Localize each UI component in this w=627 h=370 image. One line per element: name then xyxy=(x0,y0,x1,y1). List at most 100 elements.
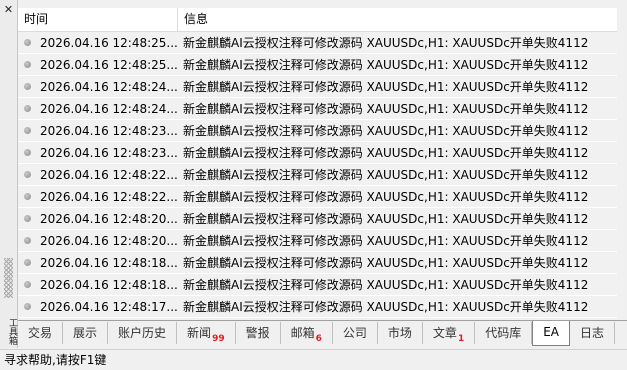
time-text: 2026.04.16 12:48:25.... xyxy=(40,35,178,50)
table-row[interactable]: 2026.04.16 12:48:22.... 新金麒麟AI云授权注释可修改源码 … xyxy=(18,186,627,208)
message-cell: 新金麒麟AI云授权注释可修改源码 XAUUSDc,H1: XAUUSDc开单失败… xyxy=(183,256,589,270)
time-cell: 2026.04.16 12:48:22.... xyxy=(18,168,178,182)
tab-4[interactable]: 警报 xyxy=(236,322,281,344)
tab-label: 邮箱 xyxy=(290,326,315,340)
vertical-scrollbar[interactable] xyxy=(617,8,627,319)
time-text: 2026.04.16 12:48:18.... xyxy=(40,255,178,270)
close-icon[interactable]: ✕ xyxy=(3,4,14,15)
message-cell: 新金麒麟AI云授权注释可修改源码 XAUUSDc,H1: XAUUSDc开单失败… xyxy=(183,300,589,314)
message-cell: 新金麒麟AI云授权注释可修改源码 XAUUSDc,H1: XAUUSDc开单失败… xyxy=(183,36,589,50)
tab-8[interactable]: 文章1 xyxy=(423,322,476,344)
tab-10[interactable]: EA xyxy=(532,321,571,346)
log-dot-icon xyxy=(24,281,31,288)
tab-6[interactable]: 公司 xyxy=(333,322,378,344)
tab-1[interactable]: 展示 xyxy=(63,322,109,344)
table-row[interactable]: 2026.04.16 12:48:25.... 新金麒麟AI云授权注释可修改源码 … xyxy=(18,54,627,76)
log-dot-icon xyxy=(24,215,31,222)
table-row[interactable]: 2026.04.16 12:48:25.... 新金麒麟AI云授权注释可修改源码 … xyxy=(18,32,627,54)
time-cell: 2026.04.16 12:48:18.... xyxy=(18,278,178,292)
status-text: 寻求帮助,请按F1键 xyxy=(4,353,107,367)
table-row[interactable]: 2026.04.16 12:48:18.... 新金麒麟AI云授权注释可修改源码 … xyxy=(18,274,627,296)
table-row[interactable]: 2026.04.16 12:48:17....新金麒麟AI云授权注释可修改源码 … xyxy=(18,318,627,319)
time-text: 2026.04.16 12:48:23.... xyxy=(40,123,178,138)
table-row[interactable]: 2026.04.16 12:48:18.... 新金麒麟AI云授权注释可修改源码 … xyxy=(18,252,627,274)
time-text: 2026.04.16 12:48:20.... xyxy=(40,233,178,248)
message-cell: 新金麒麟AI云授权注释可修改源码 XAUUSDc,H1: XAUUSDc开单失败… xyxy=(183,80,589,94)
tab-3[interactable]: 新闻99 xyxy=(177,322,236,344)
tab-label: 市场 xyxy=(387,326,412,340)
table-row[interactable]: 2026.04.16 12:48:20.... 新金麒麟AI云授权注释可修改源码 … xyxy=(18,208,627,230)
terminal-tab-bar: 交易 展示 账户历史 新闻99 警报 邮箱6 公司 市场 文章1 代码库 EA 日志 xyxy=(18,320,627,349)
table-body: 2026.04.16 12:48:25.... 新金麒麟AI云授权注释可修改源码 … xyxy=(18,32,627,319)
table-row[interactable]: 2026.04.16 12:48:22.... 新金麒麟AI云授权注释可修改源码 … xyxy=(18,164,627,186)
tab-label: 账户历史 xyxy=(118,326,167,340)
time-cell: 2026.04.16 12:48:23.... xyxy=(18,124,178,138)
time-cell: 2026.04.16 12:48:25.... xyxy=(18,58,178,72)
time-cell: 2026.04.16 12:48:24.... xyxy=(18,102,178,116)
tab-label: 日志 xyxy=(580,326,605,340)
message-cell: 新金麒麟AI云授权注释可修改源码 XAUUSDc,H1: XAUUSDc开单失败… xyxy=(183,278,589,292)
time-text: 2026.04.16 12:48:22.... xyxy=(40,167,178,182)
time-cell: 2026.04.16 12:48:18.... xyxy=(18,256,178,270)
toolbox-side-strip: ✕ 工具箱 xyxy=(0,0,18,348)
tab-label: 新闻 xyxy=(187,326,212,340)
time-text: 2026.04.16 12:48:23.... xyxy=(40,145,178,160)
time-text: 2026.04.16 12:48:22.... xyxy=(40,189,178,204)
table-row[interactable]: 2026.04.16 12:48:24.... 新金麒麟AI云授权注释可修改源码 … xyxy=(18,98,627,120)
time-text: 2026.04.16 12:48:24.... xyxy=(40,101,178,116)
time-cell: 2026.04.16 12:48:23.... xyxy=(18,146,178,160)
tab-2[interactable]: 账户历史 xyxy=(108,322,178,344)
time-cell: 2026.04.16 12:48:20.... xyxy=(18,234,178,248)
tab-11[interactable]: 日志 xyxy=(570,322,616,344)
column-header-time[interactable]: 时间 xyxy=(18,8,178,31)
column-header-message[interactable]: 信息 xyxy=(178,8,627,31)
tab-badge: 6 xyxy=(315,334,322,344)
time-cell: 2026.04.16 12:48:25.... xyxy=(18,36,178,50)
time-cell: 2026.04.16 12:48:24.... xyxy=(18,80,178,94)
time-text: 2026.04.16 12:48:24.... xyxy=(40,79,178,94)
message-cell: 新金麒麟AI云授权注释可修改源码 XAUUSDc,H1: XAUUSDc开单失败… xyxy=(183,234,589,248)
table-row[interactable]: 2026.04.16 12:48:23.... 新金麒麟AI云授权注释可修改源码 … xyxy=(18,120,627,142)
log-dot-icon xyxy=(24,193,31,200)
message-cell: 新金麒麟AI云授权注释可修改源码 XAUUSDc,H1: XAUUSDc开单失败… xyxy=(183,146,589,160)
message-cell: 新金麒麟AI云授权注释可修改源码 XAUUSDc,H1: XAUUSDc开单失败… xyxy=(183,102,589,116)
log-dot-icon xyxy=(24,259,31,266)
message-cell: 新金麒麟AI云授权注释可修改源码 XAUUSDc,H1: XAUUSDc开单失败… xyxy=(183,168,589,182)
time-text: 2026.04.16 12:48:20.... xyxy=(40,211,178,226)
time-text: 2026.04.16 12:48:18.... xyxy=(40,277,178,292)
message-cell: 新金麒麟AI云授权注释可修改源码 XAUUSDc,H1: XAUUSDc开单失败… xyxy=(183,58,589,72)
message-cell: 新金麒麟AI云授权注释可修改源码 XAUUSDc,H1: XAUUSDc开单失败… xyxy=(183,212,589,226)
tab-label: 交易 xyxy=(28,326,53,340)
log-dot-icon xyxy=(24,61,31,68)
table-row[interactable]: 2026.04.16 12:48:23.... 新金麒麟AI云授权注释可修改源码 … xyxy=(18,142,627,164)
tab-label: 警报 xyxy=(245,326,270,340)
tab-label: 文章 xyxy=(432,326,457,340)
log-dot-icon xyxy=(24,39,31,46)
message-cell: 新金麒麟AI云授权注释可修改源码 XAUUSDc,H1: XAUUSDc开单失败… xyxy=(183,190,589,204)
tab-7[interactable]: 市场 xyxy=(378,322,423,344)
time-cell: 2026.04.16 12:48:22.... xyxy=(18,190,178,204)
tab-label: 代码库 xyxy=(485,326,522,340)
log-dot-icon xyxy=(24,171,31,178)
time-text: 2026.04.16 12:48:17.... xyxy=(40,299,178,314)
table-row[interactable]: 2026.04.16 12:48:24.... 新金麒麟AI云授权注释可修改源码 … xyxy=(18,76,627,98)
log-dot-icon xyxy=(24,303,31,310)
tab-badge: 1 xyxy=(457,334,465,344)
tab-5[interactable]: 邮箱6 xyxy=(281,322,333,344)
toolbox-title: 工具箱 xyxy=(7,318,17,345)
log-dot-icon xyxy=(24,83,31,90)
time-text: 2026.04.16 12:48:25.... xyxy=(40,57,178,72)
log-dot-icon xyxy=(24,105,31,112)
tab-label: 展示 xyxy=(73,326,98,340)
tab-9[interactable]: 代码库 xyxy=(475,322,533,344)
time-cell: 2026.04.16 12:48:20.... xyxy=(18,212,178,226)
table-row[interactable]: 2026.04.16 12:48:17.... 新金麒麟AI云授权注释可修改源码 … xyxy=(18,296,627,318)
tab-0[interactable]: 交易 xyxy=(18,322,64,344)
message-cell: 新金麒麟AI云授权注释可修改源码 XAUUSDc,H1: XAUUSDc开单失败… xyxy=(183,124,589,138)
drag-grip-icon[interactable] xyxy=(4,258,13,298)
table-row[interactable]: 2026.04.16 12:48:20.... 新金麒麟AI云授权注释可修改源码 … xyxy=(18,230,627,252)
tab-badge: 99 xyxy=(212,334,225,344)
tab-label: 公司 xyxy=(342,326,367,340)
log-dot-icon xyxy=(24,149,31,156)
tab-label: EA xyxy=(543,325,560,339)
